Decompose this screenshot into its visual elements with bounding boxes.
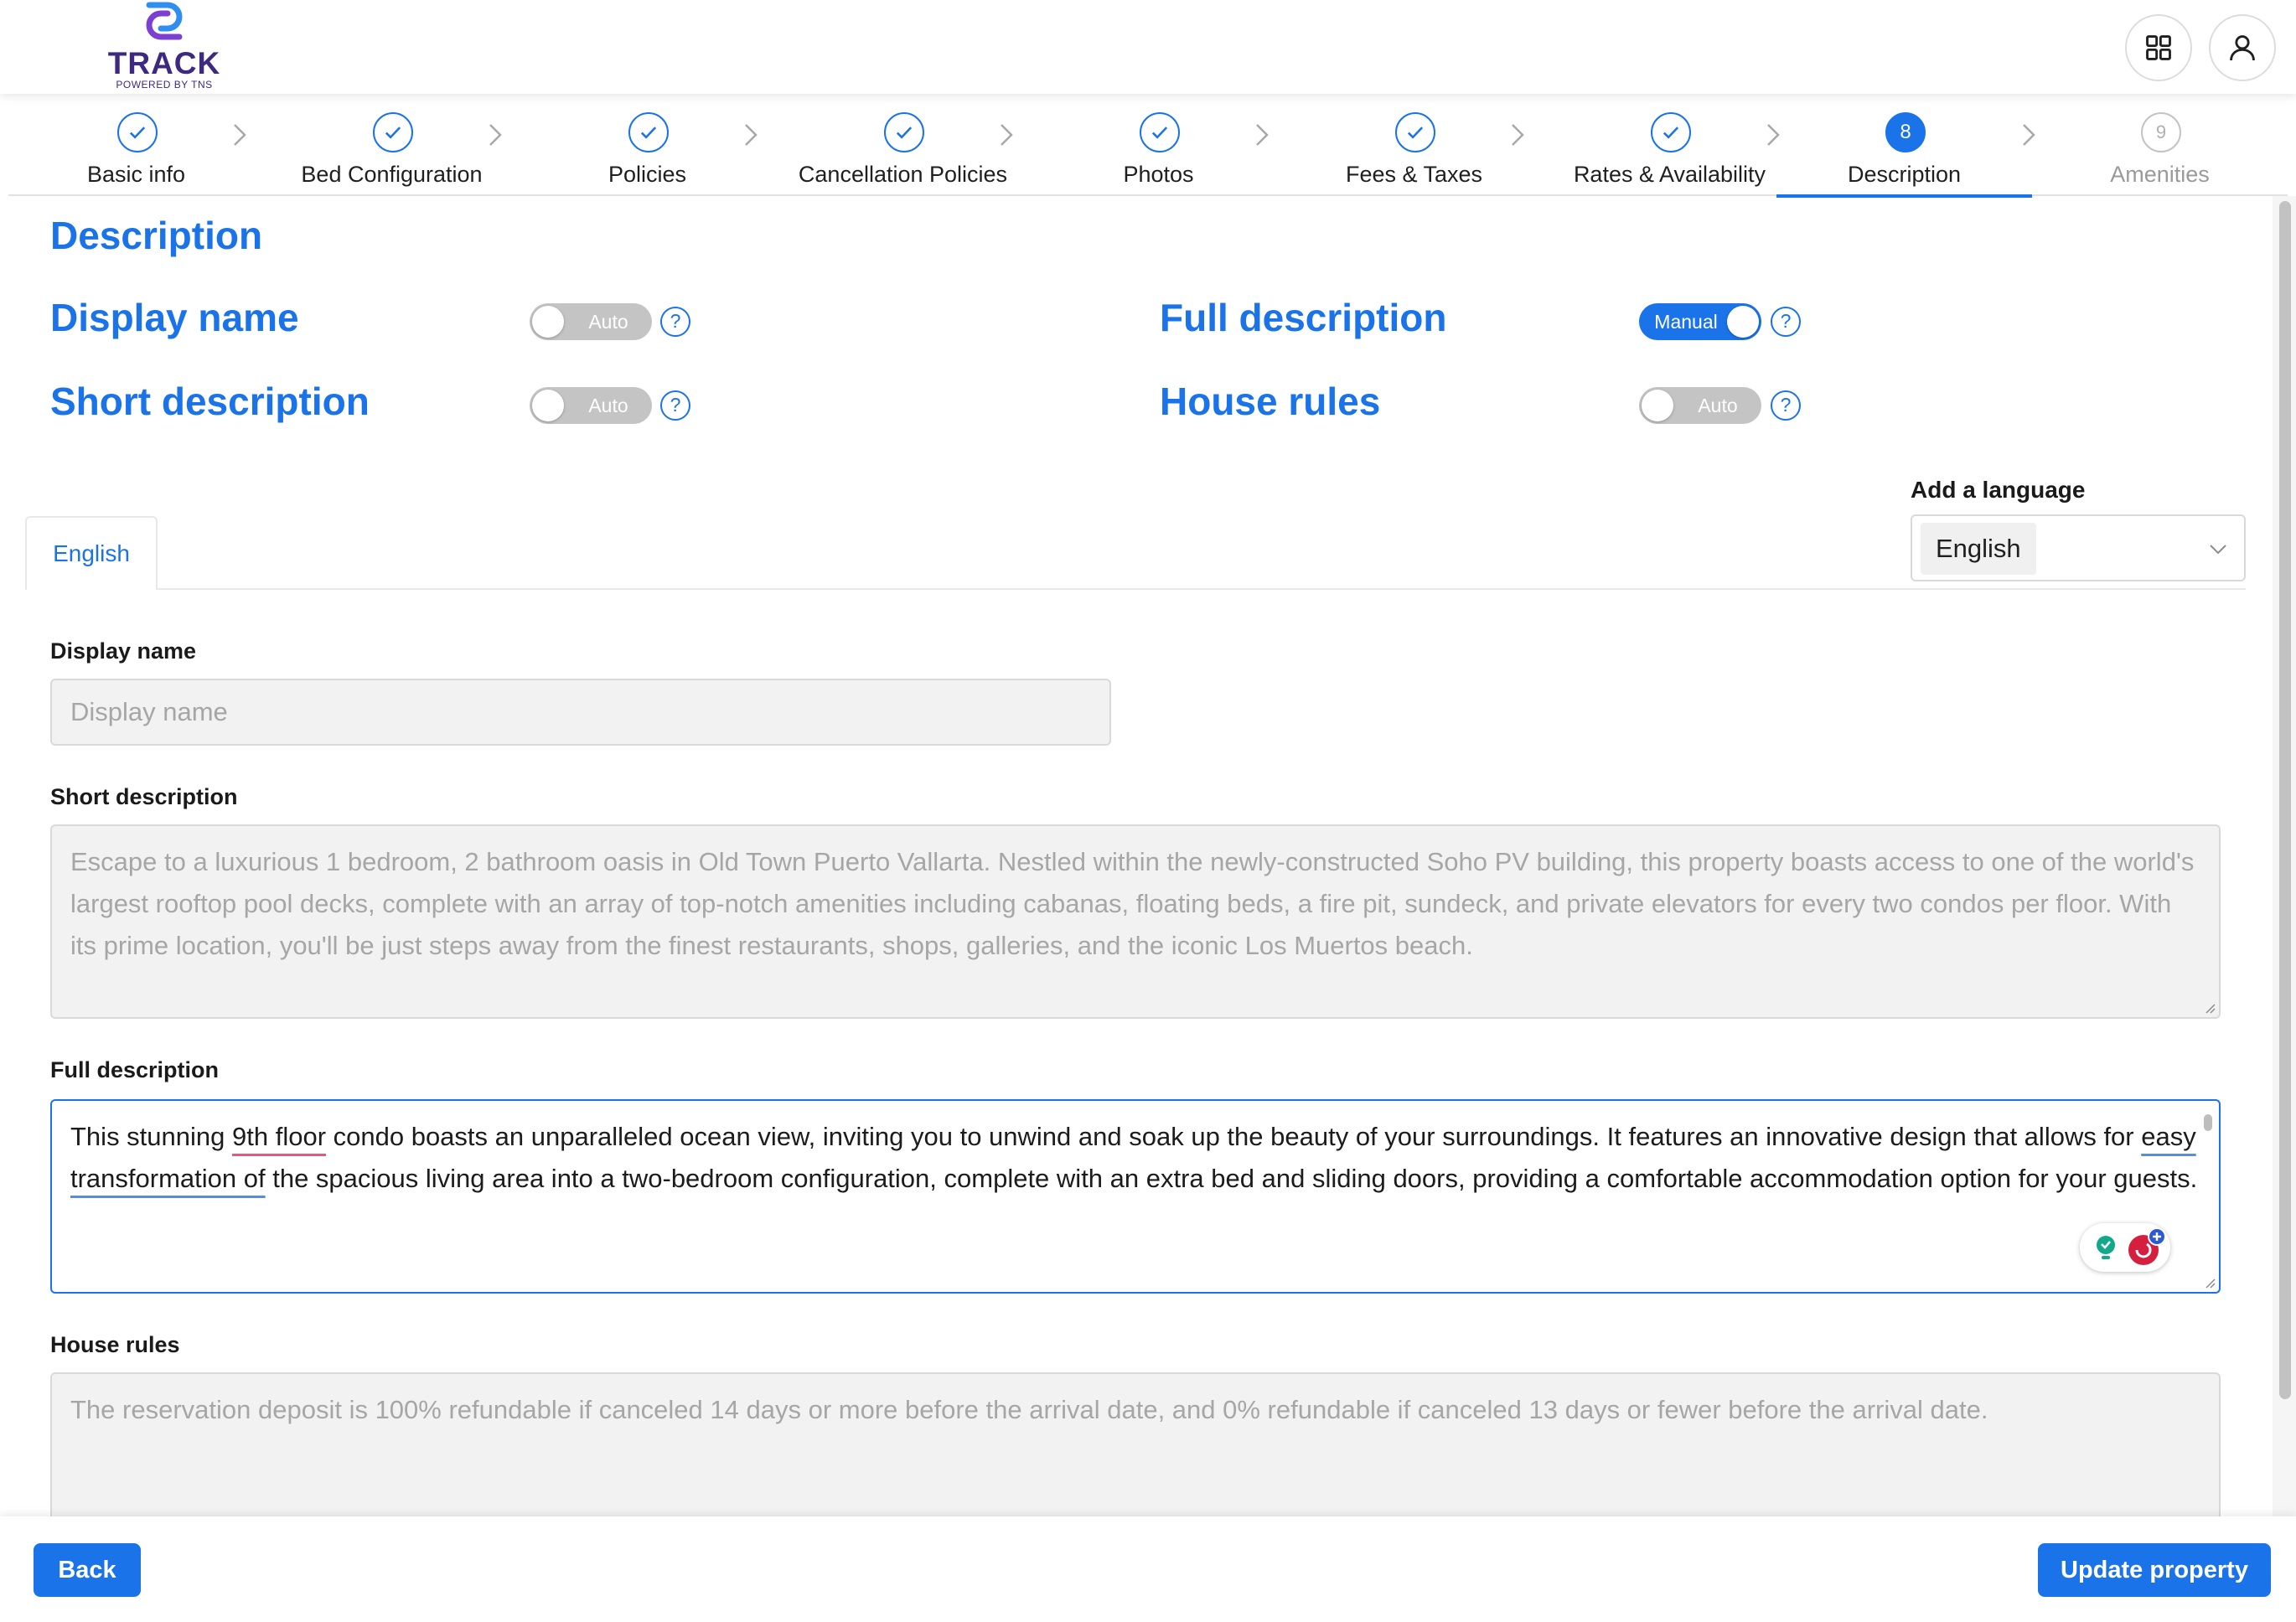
short-description-textarea[interactable]: Escape to a luxurious 1 bedroom, 2 bathr…: [50, 824, 2221, 1019]
step-label: Rates & Availability: [1573, 162, 1766, 187]
check-icon: [884, 112, 924, 152]
toggle-mode-label: Auto: [588, 395, 628, 416]
check-icon: [117, 112, 158, 152]
display-name-toggle[interactable]: Auto: [530, 303, 652, 340]
update-property-button[interactable]: Update property: [2038, 1543, 2271, 1597]
full-description-textarea[interactable]: This stunning 9th floor condo boasts an …: [50, 1099, 2221, 1294]
step-fees-taxes[interactable]: Fees & Taxes: [1286, 94, 1542, 196]
check-icon: [1651, 112, 1691, 152]
step-number-badge: 9: [2141, 112, 2181, 152]
full-description-text: the spacious living area into a two-bedr…: [265, 1164, 2198, 1193]
active-step-indicator: [1776, 194, 2032, 198]
step-label: Bed Configuration: [301, 162, 483, 187]
full-description-toggle[interactable]: Manual: [1639, 303, 1761, 340]
wizard-stepper: Basic info Bed Configuration Policies Ca…: [8, 94, 2288, 198]
step-number-badge: 8: [1885, 112, 1926, 152]
chevron-right-icon: [1256, 124, 1269, 146]
add-language-label: Add a language: [1911, 477, 2086, 503]
toggle-mode-label: Manual: [1654, 311, 1718, 333]
house-rules-label: House rules: [50, 1332, 180, 1357]
step-label: Basic info: [86, 162, 186, 187]
full-description-toggle-label: Full description: [1160, 296, 1447, 339]
writing-assistant-widget[interactable]: [2080, 1223, 2170, 1272]
selected-language: English: [1921, 523, 2036, 575]
scrollbar-thumb[interactable]: [2279, 201, 2291, 1399]
help-icon[interactable]: ?: [1771, 307, 1801, 337]
step-basic-info[interactable]: Basic info: [8, 94, 264, 196]
check-icon: [628, 112, 669, 152]
house-rules-toggle[interactable]: Auto: [1639, 387, 1761, 424]
step-label: Policies: [608, 162, 687, 187]
track-logo[interactable]: TRACK POWERED BY TNS: [106, 0, 223, 94]
step-photos[interactable]: Photos: [1031, 94, 1286, 196]
step-amenities[interactable]: 9 Amenities: [2032, 94, 2288, 196]
display-name-input[interactable]: Display name: [50, 679, 1111, 746]
logo-subtext: POWERED BY TNS: [116, 79, 213, 90]
short-description-text: Escape to a luxurious 1 bedroom, 2 bathr…: [70, 847, 2195, 960]
step-label: Fees & Taxes: [1345, 162, 1483, 187]
tabs-divider: [25, 588, 2246, 590]
toggle-knob: [532, 306, 564, 338]
help-icon[interactable]: ?: [660, 307, 690, 337]
short-description-toggle-label: Short description: [50, 380, 370, 423]
toggle-mode-label: Auto: [588, 311, 628, 333]
toggle-knob: [1642, 390, 1673, 421]
check-icon: [1395, 112, 1435, 152]
logo-text: TRACK: [107, 46, 221, 80]
user-icon: [2230, 35, 2255, 61]
full-description-label: Full description: [50, 1057, 220, 1082]
display-name-label: Display name: [50, 638, 197, 664]
step-label: Description: [1847, 162, 1962, 187]
house-rules-textarea[interactable]: The reservation deposit is 100% refundab…: [50, 1372, 2221, 1516]
chevron-right-icon: [489, 124, 502, 146]
step-cancellation-policies[interactable]: Cancellation Policies: [775, 94, 1031, 196]
short-description-label: Short description: [50, 784, 238, 809]
back-button[interactable]: Back: [34, 1543, 141, 1597]
chevron-right-icon: [1001, 124, 1013, 146]
top-header: TRACK POWERED BY TNS: [0, 0, 2296, 94]
grammar-checker-icon: [2128, 1227, 2166, 1265]
form-footer: Back Update property: [0, 1516, 2296, 1622]
grid-icon: [2146, 35, 2171, 60]
spelling-suggestion[interactable]: 9th floor: [232, 1122, 326, 1151]
chevron-right-icon: [745, 124, 758, 146]
full-description-text: condo boasts an unparalleled ocean view,…: [326, 1122, 2142, 1151]
chevron-right-icon: [1512, 124, 1524, 146]
chevron-right-icon: [234, 124, 246, 146]
apps-button[interactable]: [2125, 14, 2192, 81]
page-title: Description: [50, 214, 263, 257]
step-policies[interactable]: Policies: [520, 94, 775, 196]
step-rates-availability[interactable]: Rates & Availability: [1542, 94, 1797, 196]
house-rules-text: The reservation deposit is 100% refundab…: [70, 1395, 1988, 1424]
step-label: Photos: [1123, 162, 1194, 187]
help-icon[interactable]: ?: [660, 390, 690, 421]
toggle-knob: [532, 390, 564, 421]
chevron-down-icon: [2210, 545, 2226, 555]
toggle-knob: [1727, 306, 1759, 338]
toggle-mode-label: Auto: [1698, 395, 1738, 416]
lightbulb-icon: [2097, 1236, 2115, 1259]
resize-handle-icon[interactable]: [2202, 1000, 2216, 1014]
step-description[interactable]: 8 Description: [1776, 94, 2032, 198]
resize-handle-icon[interactable]: [2202, 1275, 2216, 1289]
check-icon: [373, 112, 413, 152]
step-bed-configuration[interactable]: Bed Configuration: [264, 94, 520, 196]
tab-english[interactable]: English: [25, 516, 158, 590]
short-description-toggle[interactable]: Auto: [530, 387, 652, 424]
check-icon: [1140, 112, 1180, 152]
full-description-text: This stunning: [70, 1122, 232, 1151]
language-select[interactable]: English: [1911, 514, 2246, 581]
page-scrollbar[interactable]: [2273, 196, 2296, 1516]
user-menu-button[interactable]: [2209, 14, 2276, 81]
house-rules-toggle-label: House rules: [1160, 380, 1381, 423]
step-label: Amenities: [2110, 162, 2210, 187]
textarea-scrollbar[interactable]: [2202, 1106, 2214, 1290]
step-label: Cancellation Policies: [798, 162, 1008, 187]
logo-mark-icon: [146, 2, 183, 40]
display-name-toggle-label: Display name: [50, 296, 299, 339]
help-icon[interactable]: ?: [1771, 390, 1801, 421]
description-form: Description Display name Auto ? Full des…: [0, 196, 2296, 1516]
